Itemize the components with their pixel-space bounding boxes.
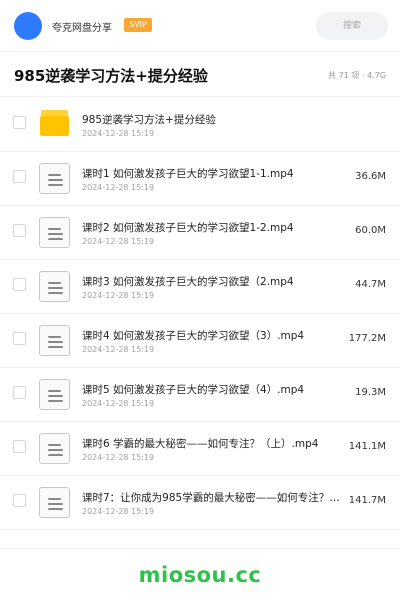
row-checkbox[interactable] [13,386,26,399]
folder-icon [39,109,70,140]
footer: miosou.cc [0,548,400,600]
item-name[interactable]: 课时7：让你成为985学霸的最大秘密——如何专注？… [82,490,350,505]
file-icon [39,487,70,518]
file-icon [39,325,70,356]
item-date: 2024-12-28 15:19 [82,507,155,516]
avatar[interactable] [14,12,42,40]
file-icon [39,163,70,194]
list-item[interactable]: 课时3 如何激发孩子巨大的学习欲望（2.mp4 2024-12-28 15:19… [0,260,400,314]
item-date: 2024-12-28 15:19 [82,183,155,192]
row-checkbox[interactable] [13,440,26,453]
item-date: 2024-12-28 15:19 [82,291,155,300]
file-icon [39,217,70,248]
list-item[interactable]: 985逆袭学习方法+提分经验 2024-12-28 15:19 [0,98,400,152]
item-date: 2024-12-28 15:19 [82,453,155,462]
item-name[interactable]: 课时2 如何激发孩子巨大的学习欲望1-2.mp4 [82,220,350,235]
list-item[interactable]: 课时7：让你成为985学霸的最大秘密——如何专注？… 2024-12-28 15… [0,476,400,530]
row-checkbox[interactable] [13,170,26,183]
item-name[interactable]: 课时4 如何激发孩子巨大的学习欲望（3）.mp4 [82,328,350,343]
folder-summary: 共 71 项 · 4.7G [328,71,386,80]
svip-badge: SVIP [124,18,152,32]
list-item[interactable]: 课时1 如何激发孩子巨大的学习欲望1-1.mp4 2024-12-28 15:1… [0,152,400,206]
item-name[interactable]: 985逆袭学习方法+提分经验 [82,112,350,127]
page-title: 985逆袭学习方法+提分经验 [14,67,208,85]
file-icon [39,271,70,302]
item-size: 19.3M [355,387,386,398]
watermark: miosou.cc [138,563,262,587]
row-checkbox[interactable] [13,332,26,345]
file-icon [39,433,70,464]
file-icon [39,379,70,410]
share-header: 夸克网盘分享 SVIP 搜索 [0,0,400,52]
item-date: 2024-12-28 15:19 [82,237,155,246]
item-name[interactable]: 课时5 如何激发孩子巨大的学习欲望（4）.mp4 [82,382,350,397]
item-size: 60.0M [355,225,386,236]
row-checkbox[interactable] [13,278,26,291]
item-size: 177.2M [348,333,386,344]
row-checkbox[interactable] [13,224,26,237]
item-name[interactable]: 课时6 学霸的最大秘密——如何专注？（上）.mp4 [82,436,350,451]
file-list: 985逆袭学习方法+提分经验 2024-12-28 15:19 课时1 如何激发… [0,98,400,530]
row-checkbox[interactable] [13,494,26,507]
list-item[interactable]: 课时2 如何激发孩子巨大的学习欲望1-2.mp4 2024-12-28 15:1… [0,206,400,260]
item-date: 2024-12-28 15:19 [82,399,155,408]
list-item[interactable]: 课时4 如何激发孩子巨大的学习欲望（3）.mp4 2024-12-28 15:1… [0,314,400,368]
folder-title-bar: 985逆袭学习方法+提分经验 共 71 项 · 4.7G [0,53,400,97]
list-item[interactable]: 课时6 学霸的最大秘密——如何专注？（上）.mp4 2024-12-28 15:… [0,422,400,476]
item-name[interactable]: 课时1 如何激发孩子巨大的学习欲望1-1.mp4 [82,166,350,181]
item-size: 44.7M [355,279,386,290]
item-size: 141.1M [348,441,386,452]
row-checkbox[interactable] [13,116,26,129]
item-size: 36.6M [355,171,386,182]
search-input[interactable]: 搜索 [316,12,388,40]
item-date: 2024-12-28 15:19 [82,129,155,138]
item-date: 2024-12-28 15:19 [82,345,155,354]
site-name: 夸克网盘分享 [52,23,112,34]
list-item[interactable]: 课时5 如何激发孩子巨大的学习欲望（4）.mp4 2024-12-28 15:1… [0,368,400,422]
item-name[interactable]: 课时3 如何激发孩子巨大的学习欲望（2.mp4 [82,274,350,289]
item-size: 141.7M [348,495,386,506]
